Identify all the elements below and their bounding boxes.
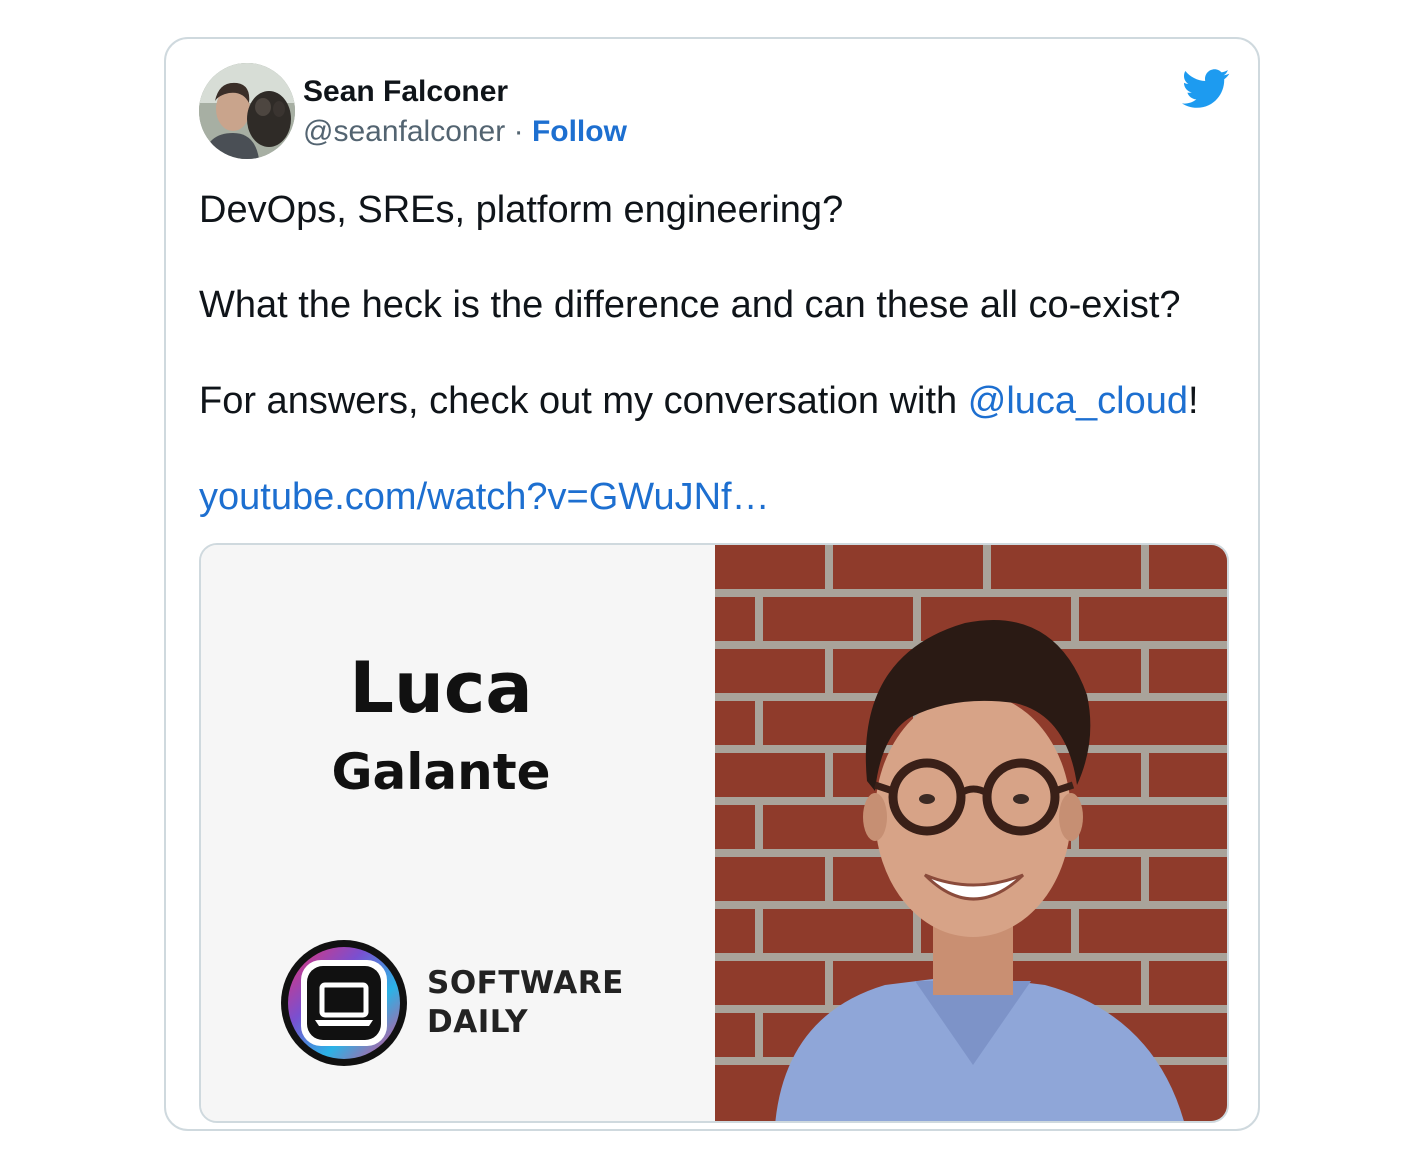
link-preview-card[interactable]: Luca Galante SOFTWARE DAILY [199, 543, 1229, 1123]
follow-button[interactable]: Follow [532, 115, 627, 148]
tweet-card: Sean Falconer @seanfalconer · Follow Dev… [164, 37, 1260, 1131]
preview-title-panel: Luca Galante SOFTWARE DAILY [201, 545, 715, 1121]
brand-name-line-1: SOFTWARE [427, 965, 624, 1001]
software-daily-logo-icon [281, 940, 407, 1066]
mention-link[interactable]: @luca_cloud [968, 380, 1188, 422]
youtube-link[interactable]: youtube.com/watch?v=GWuJNf… [199, 476, 770, 519]
guest-last-name: Galante [331, 743, 551, 801]
guest-photo [715, 545, 1227, 1121]
brand-name-line-2: DAILY [427, 1004, 529, 1040]
twitter-bird-icon[interactable] [1182, 69, 1230, 109]
tweet-text-line-2: What the heck is the difference and can … [199, 284, 1181, 326]
tweet-text-line-3: For answers, check out my conversation w… [199, 380, 1199, 423]
tweet-text-prefix: For answers, check out my conversation w… [199, 380, 968, 422]
author-handle-row: @seanfalconer · Follow [303, 115, 627, 149]
separator-dot: · [513, 115, 524, 148]
tweet-text-suffix: ! [1188, 380, 1199, 422]
tweet-text-line-1: DevOps, SREs, platform engineering? [199, 189, 844, 231]
author-name[interactable]: Sean Falconer [303, 75, 508, 109]
guest-first-name: Luca [349, 647, 533, 729]
author-handle[interactable]: @seanfalconer [303, 115, 505, 148]
avatar-photo [199, 63, 295, 159]
author-avatar[interactable] [199, 63, 295, 159]
